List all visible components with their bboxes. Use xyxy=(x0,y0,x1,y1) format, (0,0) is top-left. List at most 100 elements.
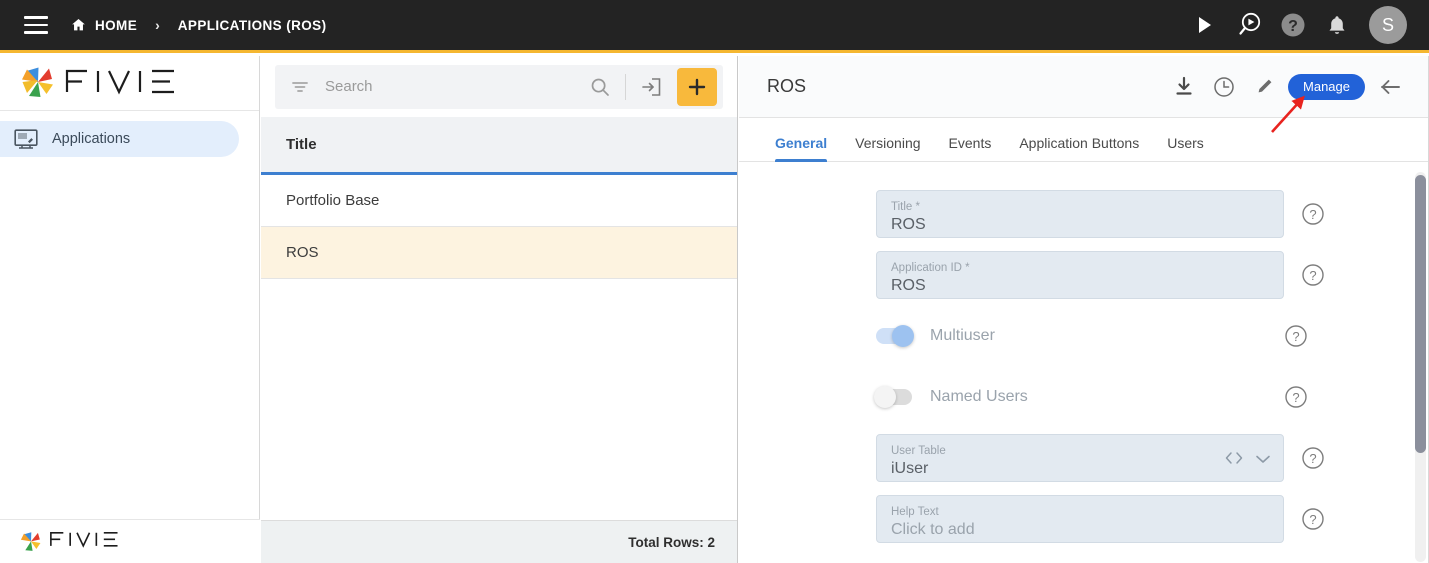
row-title: Portfolio Base xyxy=(286,192,380,209)
list-toolbar xyxy=(261,56,737,117)
topbar-actions: ? S xyxy=(1183,3,1407,47)
home-icon xyxy=(72,19,85,31)
back-arrow-icon[interactable] xyxy=(1371,67,1411,107)
sidebar-footer-logo xyxy=(0,519,260,563)
svg-text:?: ? xyxy=(1292,329,1299,344)
field-row-multiuser: Multiuser ? xyxy=(739,312,1429,360)
tab-general[interactable]: General xyxy=(761,135,841,162)
user-table-field-value: iUser xyxy=(891,459,929,477)
help-icon[interactable]: ? xyxy=(1271,3,1315,47)
table-row[interactable]: Portfolio Base xyxy=(261,175,737,227)
applications-list-panel: Title Portfolio Base ROS Total Rows: 2 xyxy=(261,56,738,563)
app-window: HOME › APPLICATIONS (ROS) ? S Applicatio… xyxy=(0,0,1429,563)
field-row-application-id: Application ID * ROS ? xyxy=(739,251,1429,299)
field-row-named-users: Named Users ? xyxy=(739,373,1429,421)
general-form: Title * ROS ? Application ID * ROS ? Mul… xyxy=(739,162,1429,563)
filter-icon[interactable] xyxy=(289,76,311,98)
plus-icon xyxy=(688,78,706,95)
five-wordmark-small xyxy=(49,530,125,553)
vertical-scrollbar[interactable] xyxy=(1415,172,1426,562)
help-icon[interactable]: ? xyxy=(1301,263,1325,287)
tab-versioning[interactable]: Versioning xyxy=(841,135,934,161)
field-row-help-text: Help Text Click to add ? xyxy=(739,495,1429,543)
application-id-field-label: Application ID * xyxy=(891,261,970,274)
breadcrumb-home[interactable]: HOME xyxy=(70,17,137,33)
five-logo-mark xyxy=(18,64,58,102)
five-wordmark xyxy=(64,67,186,100)
breadcrumb-current: APPLICATIONS (ROS) xyxy=(177,17,327,33)
search-box[interactable] xyxy=(275,64,723,109)
list-column-header[interactable]: Title xyxy=(261,117,737,175)
help-icon[interactable]: ? xyxy=(1284,324,1308,348)
code-icon[interactable] xyxy=(1225,451,1243,470)
svg-text:?: ? xyxy=(1309,451,1316,466)
detail-panel: ROS Manage General Versioning Events App… xyxy=(739,56,1429,563)
svg-text:?: ? xyxy=(1292,390,1299,405)
import-icon[interactable] xyxy=(637,73,665,101)
field-row-user-table: User Table iUser ? xyxy=(739,434,1429,482)
notifications-bell-icon[interactable] xyxy=(1315,3,1359,47)
total-rows-label: Total Rows: 2 xyxy=(628,534,715,550)
scrollbar-thumb[interactable] xyxy=(1415,175,1426,453)
page-title: ROS xyxy=(767,76,807,96)
download-icon[interactable] xyxy=(1164,67,1204,107)
table-row[interactable]: ROS xyxy=(261,227,737,279)
breadcrumb-home-label: HOME xyxy=(95,17,138,33)
svg-text:?: ? xyxy=(1309,207,1316,222)
multiuser-toggle[interactable] xyxy=(876,325,914,347)
five-logo-mark-small xyxy=(20,531,41,551)
field-row-title: Title * ROS ? xyxy=(739,190,1429,238)
title-field-value: ROS xyxy=(891,215,926,233)
hamburger-icon[interactable] xyxy=(24,16,48,34)
sidebar-item-applications[interactable]: Applications xyxy=(0,121,239,157)
toolbar-divider xyxy=(625,73,626,100)
breadcrumb: HOME › APPLICATIONS (ROS) xyxy=(70,0,326,50)
help-icon[interactable]: ? xyxy=(1301,507,1325,531)
help-text-field[interactable]: Help Text Click to add xyxy=(876,495,1284,543)
run-icon[interactable] xyxy=(1183,3,1227,47)
application-id-field-value: ROS xyxy=(891,276,926,294)
svg-text:?: ? xyxy=(1309,268,1316,283)
breadcrumb-separator: › xyxy=(155,17,160,33)
help-icon[interactable]: ? xyxy=(1284,385,1308,409)
title-field[interactable]: Title * ROS xyxy=(876,190,1284,238)
help-icon[interactable]: ? xyxy=(1301,446,1325,470)
help-text-field-label: Help Text xyxy=(891,505,939,518)
top-bar: HOME › APPLICATIONS (ROS) ? S xyxy=(0,0,1429,53)
history-clock-icon[interactable] xyxy=(1204,67,1244,107)
edit-pencil-icon[interactable] xyxy=(1244,67,1284,107)
row-title: ROS xyxy=(286,244,319,261)
brand-logo xyxy=(0,56,259,111)
detail-header: ROS Manage xyxy=(739,56,1429,118)
avatar-initial: S xyxy=(1381,14,1394,35)
tab-application-buttons[interactable]: Application Buttons xyxy=(1005,135,1153,161)
list-footer: Total Rows: 2 xyxy=(261,520,737,563)
multiuser-label: Multiuser xyxy=(930,327,995,344)
avatar[interactable]: S xyxy=(1369,6,1407,44)
sidebar-nav: Applications xyxy=(0,111,259,157)
manage-button[interactable]: Manage xyxy=(1288,73,1365,100)
detail-tabs: General Versioning Events Application Bu… xyxy=(739,118,1429,162)
monitor-icon xyxy=(14,128,40,150)
debug-preview-icon[interactable] xyxy=(1227,3,1271,47)
user-table-field[interactable]: User Table iUser xyxy=(876,434,1284,482)
sidebar: Applications xyxy=(0,56,260,563)
search-icon[interactable] xyxy=(586,73,614,101)
named-users-toggle[interactable] xyxy=(874,386,912,408)
chevron-down-icon[interactable] xyxy=(1255,452,1271,470)
svg-text:?: ? xyxy=(1309,512,1316,527)
tab-events[interactable]: Events xyxy=(935,135,1006,161)
user-table-field-label: User Table xyxy=(891,444,946,457)
list-rows: Portfolio Base ROS xyxy=(261,175,737,520)
help-text-field-value: Click to add xyxy=(891,520,975,538)
title-field-label: Title * xyxy=(891,200,920,213)
column-header-title: Title xyxy=(286,136,317,153)
svg-text:?: ? xyxy=(1288,18,1298,35)
help-icon[interactable]: ? xyxy=(1301,202,1325,226)
tab-users[interactable]: Users xyxy=(1153,135,1218,161)
sidebar-item-label: Applications xyxy=(52,131,131,147)
add-application-button[interactable] xyxy=(677,67,717,106)
named-users-label: Named Users xyxy=(930,388,1028,405)
application-id-field[interactable]: Application ID * ROS xyxy=(876,251,1284,299)
search-input[interactable] xyxy=(323,77,586,96)
